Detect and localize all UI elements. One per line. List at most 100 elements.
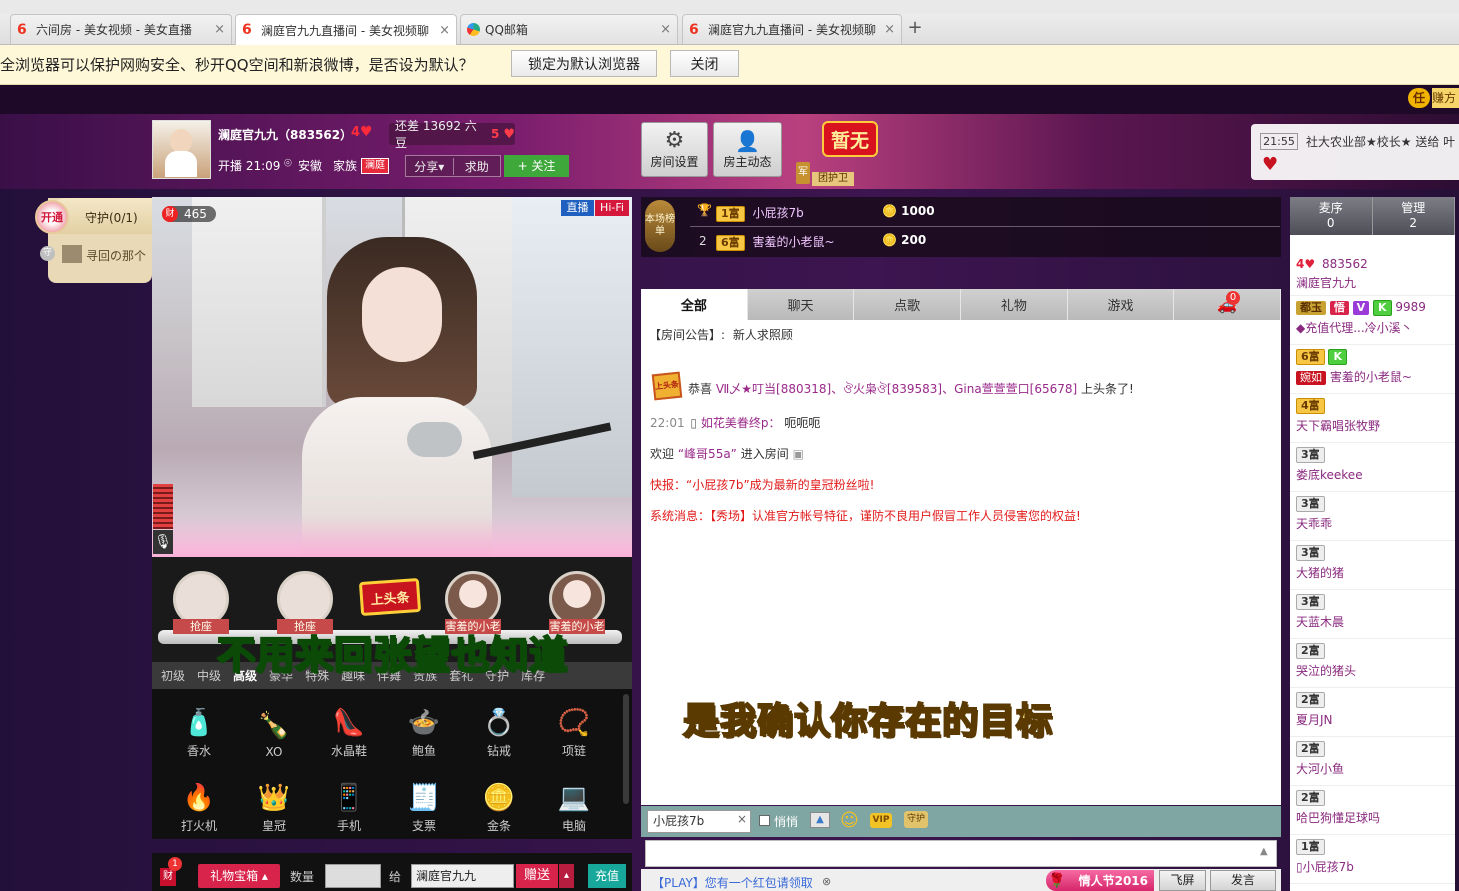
gift-abalone[interactable]: 🍲 鲍鱼 bbox=[389, 689, 459, 759]
browser-tab-1[interactable]: 6 六间房 - 美女视频 - 美女直播 × bbox=[10, 14, 232, 44]
mic-queue-tab[interactable]: 麦序 0 bbox=[1290, 197, 1373, 235]
gift-laptop[interactable]: 💻 电脑 bbox=[539, 764, 609, 834]
tab-chat[interactable]: 聊天 bbox=[747, 289, 855, 320]
fly-screen-button[interactable]: 飞屏 bbox=[1159, 870, 1206, 891]
image-icon[interactable]: ▲ bbox=[810, 812, 830, 828]
list-item[interactable]: 3富 大猪的猪 bbox=[1290, 541, 1455, 590]
whisper-checkbox[interactable] bbox=[759, 815, 770, 826]
tab-song[interactable]: 点歌 bbox=[854, 289, 962, 320]
close-icon[interactable]: × bbox=[214, 22, 225, 37]
tab-car[interactable]: 🚗 0 bbox=[1174, 289, 1282, 320]
clear-target-icon[interactable]: × bbox=[737, 812, 747, 826]
list-item[interactable]: 2富 哈巴狗懂足球吗 bbox=[1290, 786, 1455, 835]
headline-button[interactable]: 上头条 bbox=[358, 577, 422, 617]
notice-close-button[interactable]: 关闭 bbox=[670, 50, 739, 77]
share-button[interactable]: 分享▾ bbox=[406, 157, 454, 175]
microphone-icon[interactable]: 🎙 bbox=[153, 530, 173, 554]
anchor-avatar[interactable] bbox=[152, 120, 211, 179]
gift-tab-basic[interactable]: 初级 bbox=[152, 667, 191, 684]
earn-link[interactable]: 赚方 bbox=[1432, 88, 1459, 108]
list-item[interactable]: 1富 ▯小屁孩7b bbox=[1290, 835, 1455, 884]
anchor-name: 澜庭官九九（883562） bbox=[218, 128, 353, 142]
browser-tab-3[interactable]: QQ邮箱 × bbox=[460, 14, 678, 44]
gift-check[interactable]: 🧾 支票 bbox=[389, 764, 459, 834]
list-item[interactable]: 4♥ 883562 澜庭官九九 bbox=[1290, 235, 1455, 296]
gift-crystal-shoe[interactable]: 👠 水晶鞋 bbox=[314, 689, 384, 759]
gift-necklace[interactable]: 📿 项链 bbox=[539, 689, 609, 759]
share-help-group: 分享▾ 求助 bbox=[405, 155, 501, 177]
browser-tab-4[interactable]: 6 澜庭官九九直播间 - 美女视频聊 × bbox=[682, 14, 902, 44]
task-badge-icon[interactable]: 任 bbox=[1408, 88, 1430, 108]
rank-row-2[interactable]: 6富 害羞的小老鼠~ bbox=[716, 233, 835, 251]
help-button[interactable]: 求助 bbox=[454, 158, 501, 175]
welcome-user[interactable]: “峰哥55a” bbox=[678, 447, 737, 461]
gift-gold-bar[interactable]: 🪙 金条 bbox=[464, 764, 534, 834]
gift-scrollbar[interactable] bbox=[623, 694, 629, 804]
valentine-banner[interactable]: 🌹 情人节2016 bbox=[1046, 870, 1154, 891]
gift-xo[interactable]: 🍾 XO bbox=[239, 689, 309, 759]
rank-row-1[interactable]: 1富 小屁孩7b bbox=[716, 204, 804, 222]
emoji-icon[interactable]: ☺ bbox=[840, 810, 859, 831]
rank-title[interactable]: 本场榜单 bbox=[645, 200, 675, 252]
family-badge[interactable]: 澜庭 bbox=[361, 158, 389, 174]
list-item[interactable]: 2富 哭泣的猪头 bbox=[1290, 639, 1455, 688]
gift-perfume[interactable]: 🧴 香水 bbox=[164, 689, 234, 759]
room-settings-button[interactable]: ⚙ 房间设置 bbox=[641, 122, 708, 177]
browser-tab-2[interactable]: 6 澜庭官九九直播间 - 美女视频聊 × bbox=[235, 14, 457, 45]
gift-box-button[interactable]: 礼物宝箱 ▴ bbox=[198, 864, 280, 888]
list-item[interactable]: 2富 夏月JN bbox=[1290, 688, 1455, 737]
scroll-up-icon[interactable]: ▲ bbox=[1260, 846, 1268, 857]
k-badge: K bbox=[1373, 300, 1392, 316]
list-item[interactable]: 3富 娄底keekee bbox=[1290, 443, 1455, 492]
new-tab-button[interactable]: + bbox=[905, 18, 925, 38]
send-message-button[interactable]: 发言 bbox=[1210, 870, 1276, 891]
list-item[interactable]: 2富 大河小鱼 bbox=[1290, 737, 1455, 786]
follow-button[interactable]: + 关注 bbox=[504, 155, 569, 177]
vip-icon[interactable]: VIP bbox=[870, 813, 892, 828]
close-icon[interactable]: ⊗ bbox=[822, 875, 831, 888]
viewer-badge: 财 465 bbox=[162, 206, 216, 222]
quantity-input[interactable] bbox=[325, 864, 381, 888]
guard-team-label[interactable]: 团护卫 bbox=[812, 172, 854, 186]
gift-lighter[interactable]: 🔥 打火机 bbox=[164, 764, 234, 834]
heart-icon: ♥ bbox=[503, 126, 515, 142]
list-item[interactable]: 都玉 悟 V K 9989 ◆充值代理...冷小溪丶 bbox=[1290, 296, 1455, 345]
chat-target-select[interactable]: 小屁孩7b bbox=[647, 810, 751, 833]
guard-item-avatar[interactable] bbox=[62, 245, 82, 263]
admin-tab[interactable]: 管理 2 bbox=[1373, 197, 1455, 235]
gift-label: 手机 bbox=[336, 819, 361, 833]
gift-phone[interactable]: 📱 手机 bbox=[314, 764, 384, 834]
chat-messages[interactable]: 【房间公告】: 新人求照顾 上头条 恭喜 Ⅶ乄★叮当[880318]、ঔ火枭ঔ[… bbox=[641, 320, 1281, 805]
guard-icon[interactable]: 守护 bbox=[904, 811, 928, 828]
rose-icon: 🌹 bbox=[1048, 872, 1066, 889]
chat-input[interactable] bbox=[645, 840, 1277, 867]
gift-diamond-ring[interactable]: 💍 钻戒 bbox=[464, 689, 534, 759]
user-name: 夏月JN bbox=[1296, 713, 1333, 727]
hifi-badge[interactable]: Hi-Fi bbox=[595, 200, 629, 216]
gift-crown[interactable]: 👑 皇冠 bbox=[239, 764, 309, 834]
recharge-button[interactable]: 充值 bbox=[588, 864, 626, 888]
send-options-icon[interactable]: ▴ bbox=[559, 864, 574, 888]
tab-all[interactable]: 全部 bbox=[641, 289, 748, 320]
set-default-browser-button[interactable]: 锁定为默认浏览器 bbox=[511, 50, 657, 77]
headline-names[interactable]: Ⅶ乄★叮当[880318]、ঔ火枭ঔ[839583]、Gina萱萱萱口[6567… bbox=[716, 382, 1077, 396]
list-item[interactable]: 3富 天蓝木晨 bbox=[1290, 590, 1455, 639]
message-user[interactable]: 如花美眷终p： bbox=[701, 416, 781, 430]
tab-game[interactable]: 游戏 bbox=[1067, 289, 1175, 320]
host-news-button[interactable]: 👤 房主动态 bbox=[713, 122, 782, 177]
list-item[interactable]: 4富 天下霸唱张牧野 bbox=[1290, 394, 1455, 443]
list-item[interactable]: 6富 K 婉如 害羞的小老鼠~ bbox=[1290, 345, 1455, 394]
recipient-select[interactable]: 澜庭官九九 bbox=[411, 864, 514, 888]
tab-gift[interactable]: 礼物 bbox=[961, 289, 1068, 320]
close-icon[interactable]: × bbox=[884, 22, 895, 37]
send-gift-button[interactable]: 赠送 bbox=[516, 864, 558, 888]
live-video[interactable] bbox=[152, 197, 632, 557]
guard-item-label[interactable]: 寻回の那个 bbox=[86, 247, 146, 264]
user-list[interactable]: 4♥ 883562 澜庭官九九 都玉 悟 V K 9989 ◆充值代理...冷小… bbox=[1290, 235, 1455, 891]
open-guard-button[interactable]: 开通 bbox=[35, 200, 69, 234]
close-icon[interactable]: × bbox=[439, 23, 450, 38]
level-badge: 3富 bbox=[1296, 496, 1325, 512]
close-icon[interactable]: × bbox=[660, 22, 671, 37]
list-item[interactable]: 3富 天乖乖 bbox=[1290, 492, 1455, 541]
play-notice[interactable]: 【PLAY】您有一个红包请领取 bbox=[652, 874, 813, 891]
